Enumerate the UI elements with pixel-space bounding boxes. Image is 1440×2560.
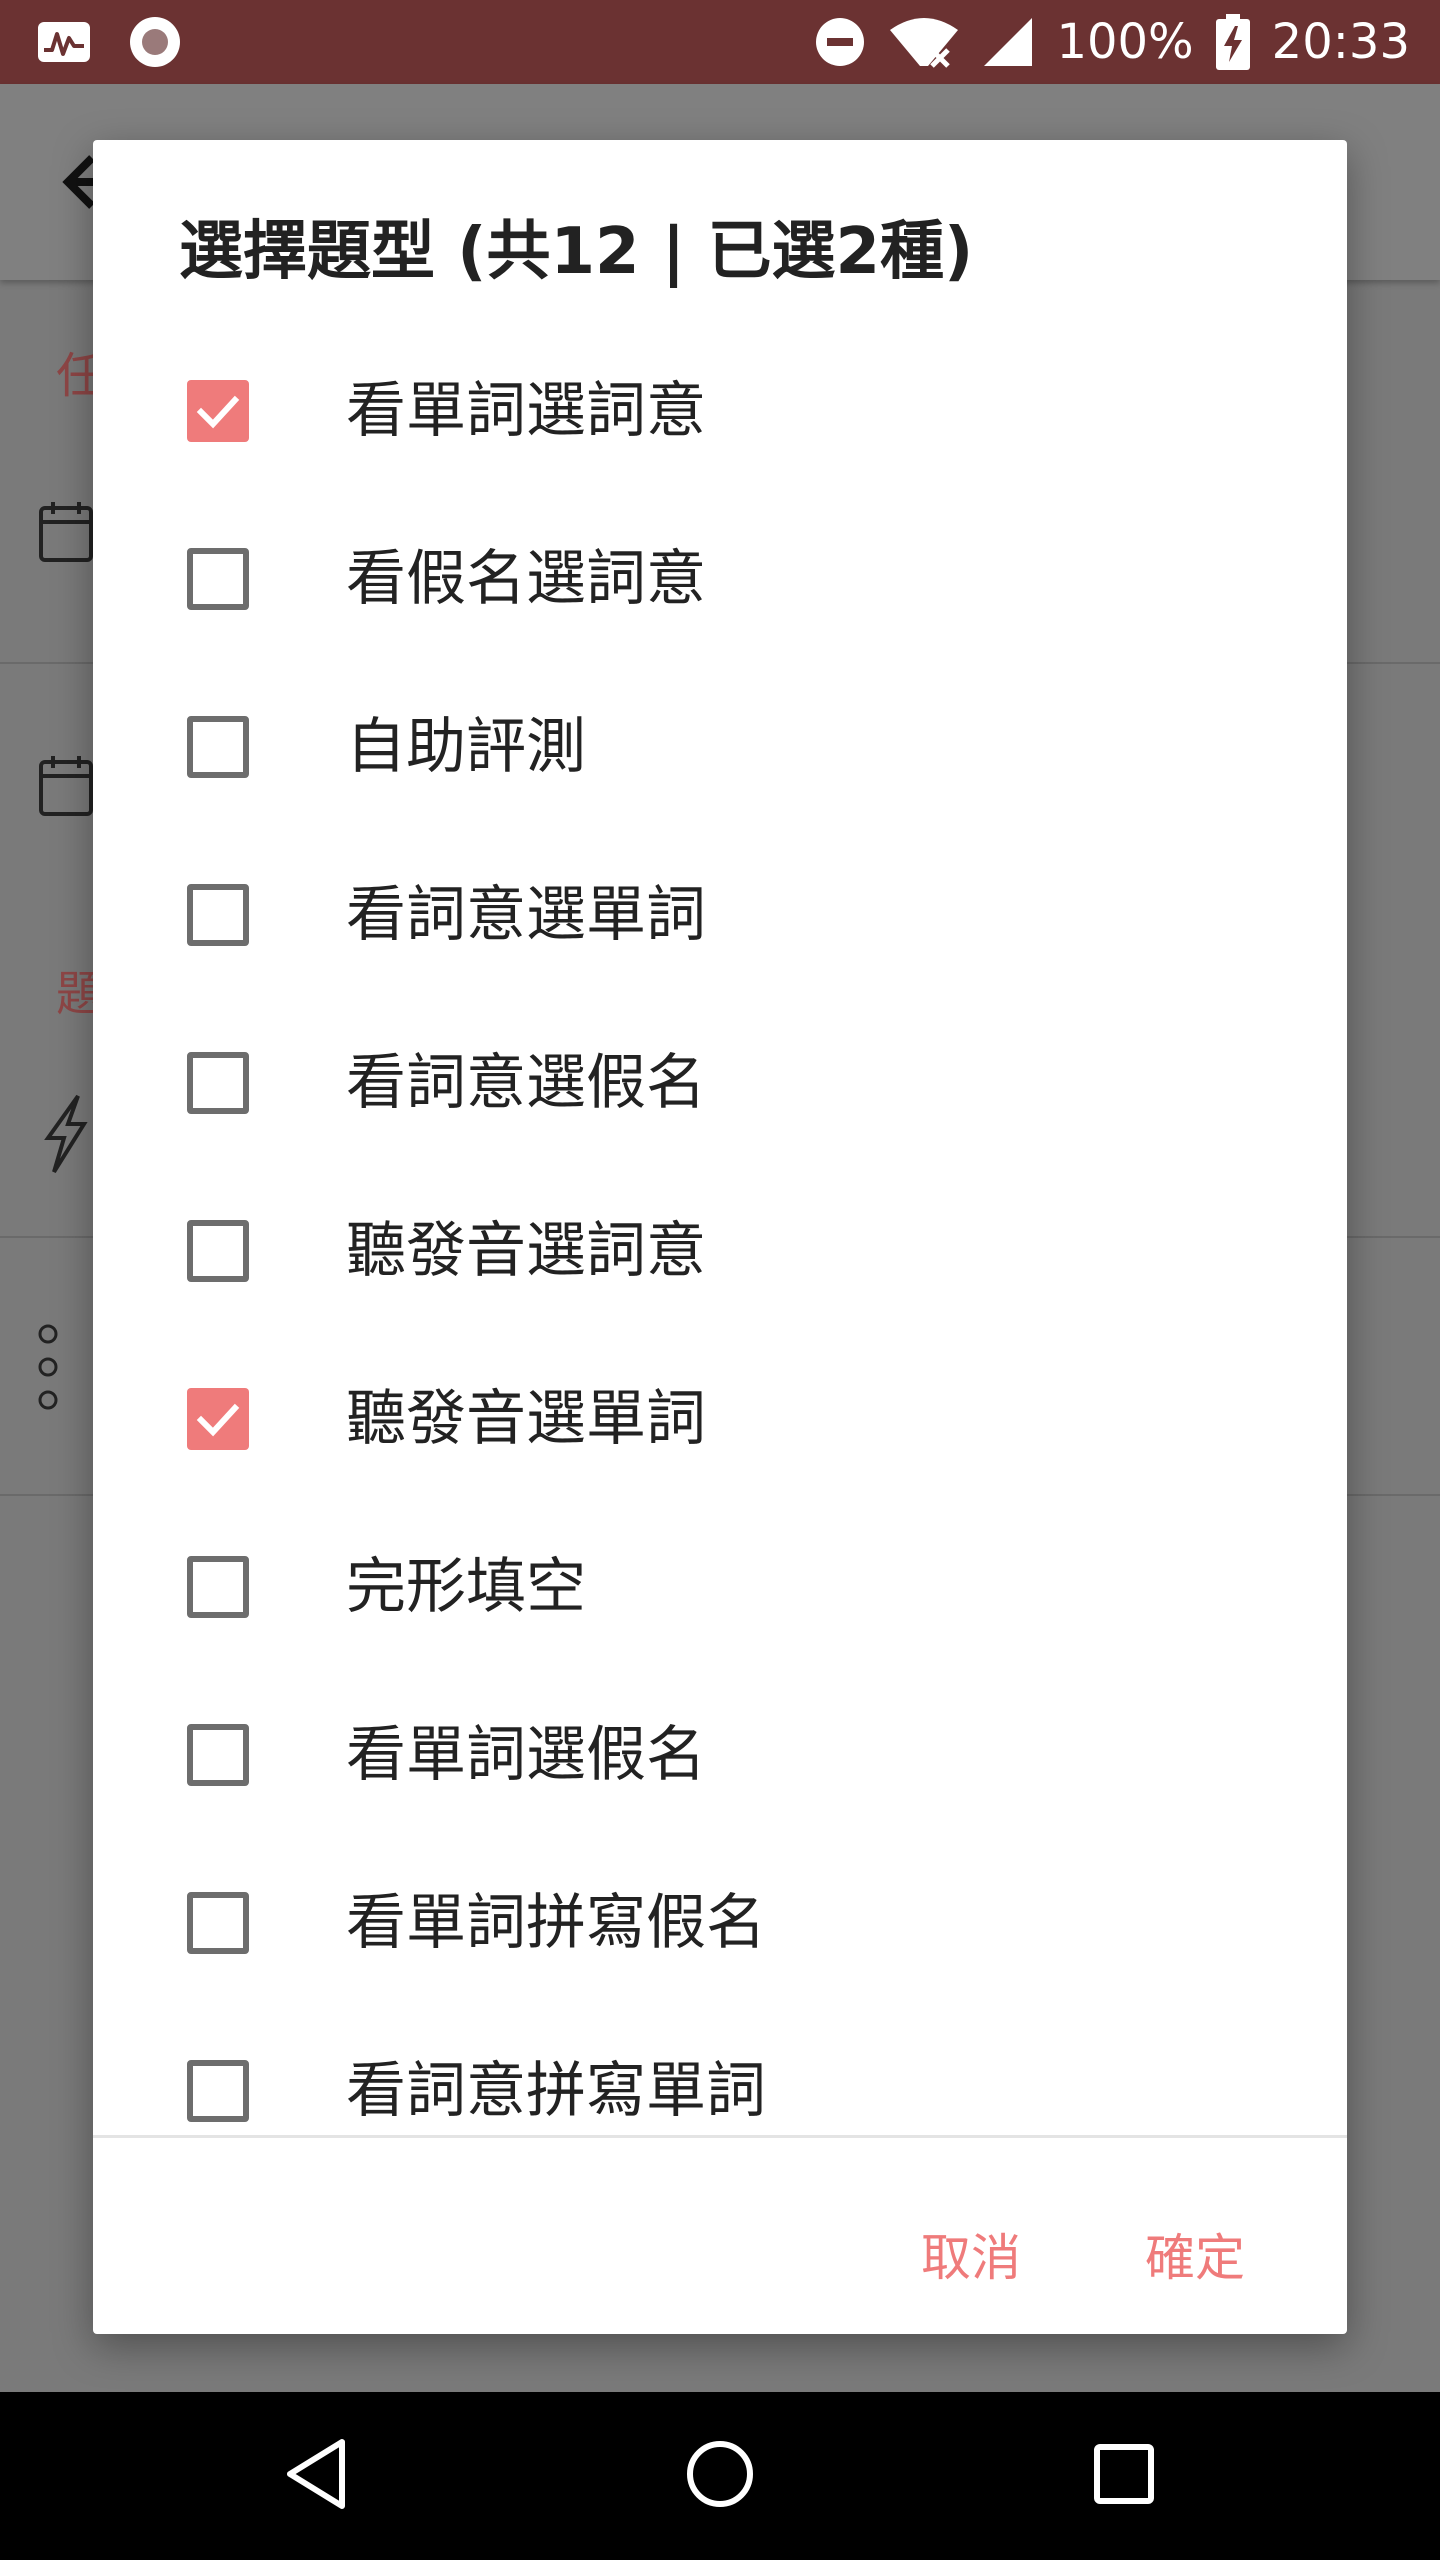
status-bar: 100% 20:33: [0, 0, 1440, 84]
option-label: 自助評測: [346, 712, 586, 782]
option-label: 看單詞選詞意: [346, 376, 706, 446]
checkbox-unchecked[interactable]: [187, 1724, 249, 1786]
triangle-back-icon: [284, 2438, 348, 2514]
checkbox-unchecked[interactable]: [187, 548, 249, 610]
battery-charging-icon: [1215, 14, 1250, 70]
checkbox-unchecked[interactable]: [187, 716, 249, 778]
status-right: 100% 20:33: [792, 14, 1410, 70]
option-row[interactable]: 看單詞選詞意: [93, 327, 1347, 495]
option-row[interactable]: 看單詞選假名: [93, 1671, 1347, 1839]
cell-signal-icon: [982, 16, 1034, 68]
option-row[interactable]: 看詞意選單詞: [93, 831, 1347, 999]
option-label: 看詞意拼寫單詞: [346, 2056, 766, 2126]
checkbox-unchecked[interactable]: [187, 2060, 249, 2122]
circle-home-icon: [685, 2439, 755, 2513]
option-row[interactable]: 看詞意選假名: [93, 999, 1347, 1167]
checkbox-unchecked[interactable]: [187, 884, 249, 946]
option-label: 聽發音選單詞: [346, 1384, 706, 1454]
option-label: 看單詞選假名: [346, 1720, 706, 1790]
option-row[interactable]: 聽發音選詞意: [93, 1167, 1347, 1335]
nav-recents-button[interactable]: [1074, 2426, 1174, 2526]
status-left: [36, 15, 218, 69]
checkmark-icon: [196, 1403, 240, 1437]
navigation-bar: [0, 2392, 1440, 2560]
record-icon: [128, 15, 182, 69]
option-list[interactable]: 看單詞選詞意 看假名選詞意 自助評測看詞意選單詞 看詞意選假名 聽發音選詞意 聽發音選單詞…: [93, 327, 1347, 2277]
option-label: 看假名選詞意: [346, 544, 706, 614]
option-row[interactable]: 完形填空: [93, 1503, 1347, 1671]
checkbox-unchecked[interactable]: [187, 1052, 249, 1114]
option-row[interactable]: 聽發音選單詞: [93, 1335, 1347, 1503]
checkbox-unchecked[interactable]: [187, 1556, 249, 1618]
question-type-dialog: 選擇題型 (共12 | 已選2種) 看單詞選詞意 看假名選詞意 自助評測看詞意選單詞…: [93, 140, 1347, 2334]
option-label: 看詞意選單詞: [346, 880, 706, 950]
option-label: 看詞意選假名: [346, 1048, 706, 1118]
checkbox-unchecked[interactable]: [187, 1220, 249, 1282]
option-row[interactable]: 看單詞拼寫假名: [93, 1839, 1347, 2007]
checkmark-icon: [196, 395, 240, 429]
option-label: 聽發音選詞意: [346, 1216, 706, 1286]
do-not-disturb-icon: [814, 16, 866, 68]
option-label: 看單詞拼寫假名: [346, 1888, 766, 1958]
nav-home-button[interactable]: [670, 2426, 770, 2526]
dialog-title: 選擇題型 (共12 | 已選2種): [179, 215, 974, 289]
ok-button[interactable]: 確定: [1125, 2208, 1265, 2308]
nav-back-button[interactable]: [266, 2426, 366, 2526]
option-row[interactable]: 看假名選詞意: [93, 495, 1347, 663]
checkbox-checked[interactable]: [187, 1388, 249, 1450]
wifi-no-internet-icon: [888, 14, 960, 70]
dialog-divider: [93, 2135, 1347, 2138]
square-recents-icon: [1093, 2443, 1155, 2509]
clock: 20:33: [1271, 14, 1410, 70]
option-label: 完形填空: [346, 1552, 586, 1622]
checkbox-unchecked[interactable]: [187, 1892, 249, 1954]
cancel-button[interactable]: 取消: [901, 2208, 1041, 2308]
battery-percent: 100%: [1056, 14, 1194, 70]
option-row[interactable]: 自助評測: [93, 663, 1347, 831]
option-row[interactable]: 看詞意拼寫單詞: [93, 2007, 1347, 2175]
activity-monitor-icon: [36, 20, 92, 64]
checkbox-checked[interactable]: [187, 380, 249, 442]
